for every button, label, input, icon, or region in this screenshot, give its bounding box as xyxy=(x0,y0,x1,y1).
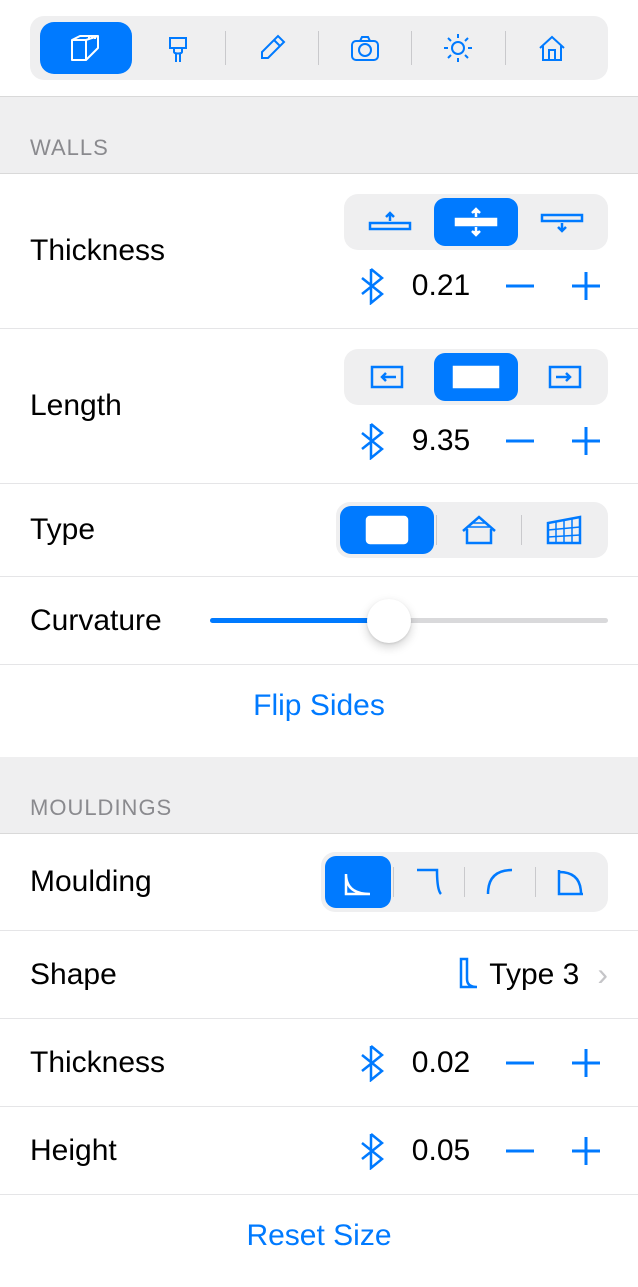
walls-section-header: WALLS xyxy=(0,97,638,174)
length-dir-right[interactable] xyxy=(520,353,604,401)
length-minus-button[interactable] xyxy=(498,419,542,463)
moulding-height-minus-button[interactable] xyxy=(498,1129,542,1173)
thickness-direction-segmented[interactable] xyxy=(344,194,608,250)
moulding-height-label: Height xyxy=(30,1134,358,1168)
wall-type-roof[interactable] xyxy=(439,506,519,554)
moulding-segmented[interactable] xyxy=(321,852,608,912)
thickness-plus-button[interactable] xyxy=(564,264,608,308)
moulding-thickness-label: Thickness xyxy=(30,1046,358,1080)
tab-edit[interactable] xyxy=(226,22,318,74)
wall-type-glass[interactable] xyxy=(524,506,604,554)
shape-row[interactable]: Shape Type 3 › xyxy=(0,931,638,1019)
thickness-label: Thickness xyxy=(30,234,344,268)
type-label: Type xyxy=(30,513,336,547)
mouldings-section-header: MOULDINGS xyxy=(0,757,638,834)
tab-house[interactable] xyxy=(506,22,598,74)
thickness-value: 0.21 xyxy=(406,269,476,303)
length-plus-button[interactable] xyxy=(564,419,608,463)
curvature-label: Curvature xyxy=(30,604,210,638)
moulding-height-value: 0.05 xyxy=(406,1134,476,1168)
chevron-right-icon: › xyxy=(587,956,608,993)
shape-preview-icon xyxy=(457,953,481,997)
length-label: Length xyxy=(30,389,344,423)
shape-value: Type 3 xyxy=(489,958,579,992)
flip-sides-button[interactable]: Flip Sides xyxy=(0,665,638,757)
reset-size-button[interactable]: Reset Size xyxy=(0,1195,638,1287)
moulding-opt-1[interactable] xyxy=(325,856,391,908)
thickness-dir-down[interactable] xyxy=(520,198,604,246)
thickness-dir-both[interactable] xyxy=(434,198,518,246)
tab-dimensions[interactable] xyxy=(40,22,132,74)
tab-light[interactable] xyxy=(412,22,504,74)
moulding-thickness-minus-button[interactable] xyxy=(498,1041,542,1085)
bluetooth-icon[interactable] xyxy=(358,1044,384,1082)
moulding-opt-4[interactable] xyxy=(538,856,604,908)
moulding-height-plus-button[interactable] xyxy=(564,1129,608,1173)
moulding-thickness-plus-button[interactable] xyxy=(564,1041,608,1085)
length-value: 9.35 xyxy=(406,424,476,458)
moulding-thickness-value: 0.02 xyxy=(406,1046,476,1080)
bluetooth-icon[interactable] xyxy=(358,1132,384,1170)
moulding-opt-2[interactable] xyxy=(396,856,462,908)
thickness-dir-up[interactable] xyxy=(348,198,432,246)
wall-type-brick[interactable] xyxy=(340,506,434,554)
length-dir-both[interactable] xyxy=(434,353,518,401)
tab-paint[interactable] xyxy=(132,22,224,74)
curvature-slider[interactable] xyxy=(210,599,608,643)
shape-label: Shape xyxy=(30,958,457,992)
moulding-opt-3[interactable] xyxy=(467,856,533,908)
length-direction-segmented[interactable] xyxy=(344,349,608,405)
bluetooth-icon[interactable] xyxy=(358,422,384,460)
main-toolbar xyxy=(30,16,608,80)
tab-camera[interactable] xyxy=(319,22,411,74)
thickness-minus-button[interactable] xyxy=(498,264,542,308)
bluetooth-icon[interactable] xyxy=(358,267,384,305)
length-dir-left[interactable] xyxy=(348,353,432,401)
wall-type-segmented[interactable] xyxy=(336,502,608,558)
moulding-label: Moulding xyxy=(30,865,321,899)
